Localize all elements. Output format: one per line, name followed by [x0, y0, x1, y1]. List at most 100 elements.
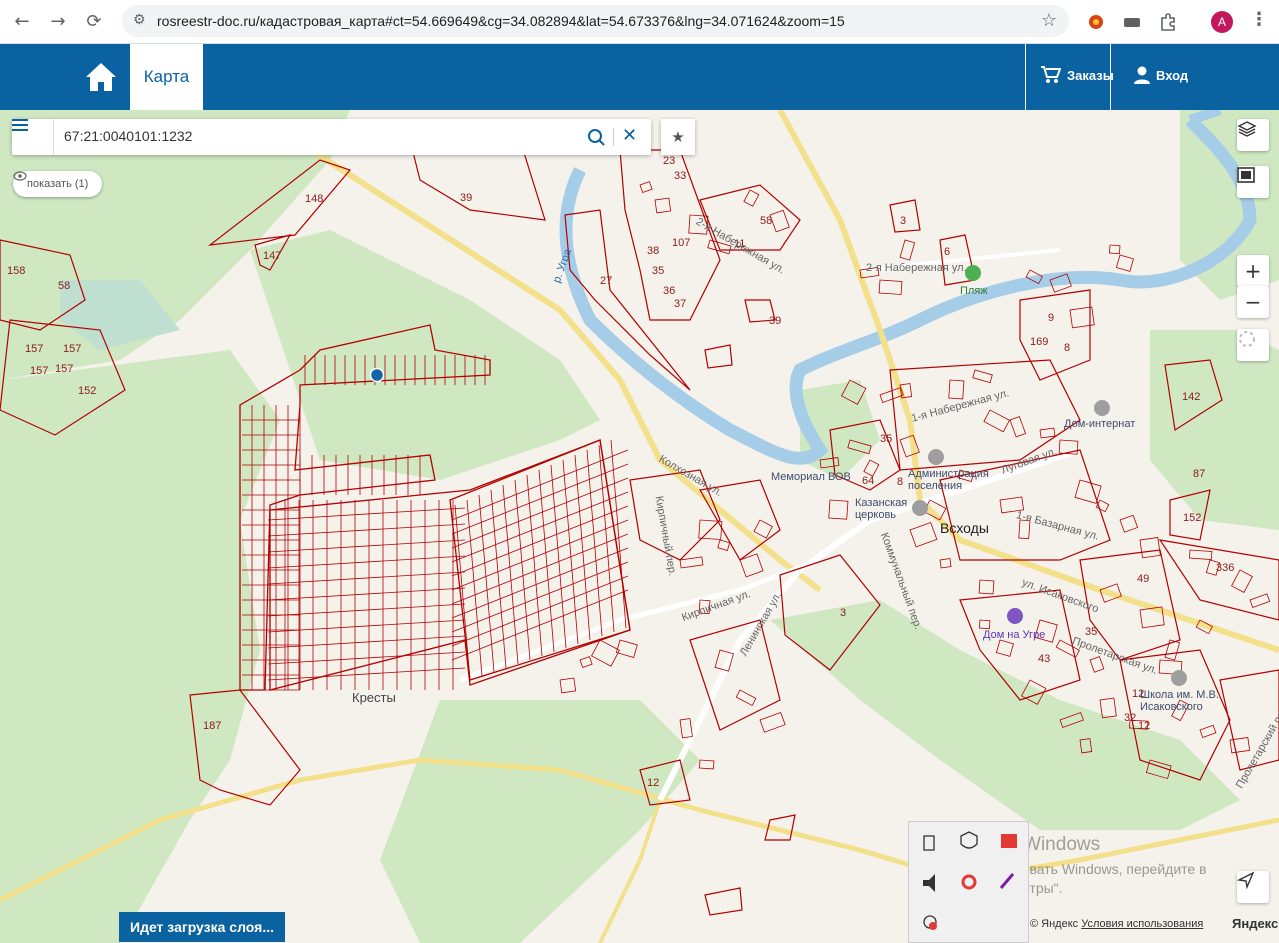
zoom-in-button[interactable]: + — [1237, 255, 1269, 287]
system-tray-popup — [908, 821, 1029, 943]
parcel-number-label: 169 — [1030, 336, 1049, 348]
parcel-number-label: 3 — [840, 607, 847, 619]
refresh-button[interactable] — [1237, 329, 1269, 361]
back-button[interactable]: ← — [10, 10, 34, 34]
url-text[interactable]: rosreestr-doc.ru/кадастровая_карта#ct=54… — [157, 13, 845, 29]
copyright-label: © Яндекс — [1030, 918, 1079, 930]
user-icon — [1134, 66, 1150, 84]
parcel-number-label: 157 — [55, 363, 74, 375]
administration-poi-icon[interactable] — [928, 449, 944, 465]
profile-avatar[interactable]: A — [1211, 11, 1233, 33]
poi-label-administration: Администрация поселения — [908, 468, 989, 492]
puzzle-icon[interactable] — [1157, 11, 1179, 33]
show-results-label: показать (1) — [27, 178, 89, 190]
parcel-number-label: 58 — [58, 280, 71, 292]
browser-toolbar: ← → ⟳ ⚙ rosreestr-doc.ru/кадастровая_кар… — [0, 0, 1279, 44]
forward-button[interactable]: → — [46, 10, 70, 34]
divider — [1110, 44, 1111, 110]
login-button[interactable]: Вход — [1134, 66, 1188, 84]
parcel-number-label: 3 — [900, 215, 907, 227]
parcel-number-label: 148 — [305, 193, 324, 205]
divider — [1025, 44, 1026, 110]
parcel-number-label: 27 — [600, 275, 613, 287]
home-icon[interactable] — [84, 61, 118, 93]
map-copyright: © Яндекс Условия использования — [1030, 918, 1203, 930]
loading-status: Идет загрузка слоя... — [119, 912, 285, 942]
beach-poi-icon[interactable] — [965, 265, 981, 281]
place-label-kresty: Кресты — [352, 690, 396, 705]
hamburger-icon — [12, 119, 28, 131]
zoom-out-button[interactable]: − — [1237, 286, 1269, 318]
poi-label-beach: Пляж — [960, 285, 988, 297]
leisure-poi-icon[interactable] — [1007, 608, 1023, 624]
parcel-number-label: 43 — [1038, 653, 1051, 665]
parcel-number-label: 33 — [674, 170, 687, 182]
parcel-number-label: 49 — [1137, 573, 1150, 585]
parcel-number-label: 64 — [862, 475, 875, 487]
security-shield-icon[interactable] — [960, 831, 978, 849]
place-label-vskhody: Всходы — [940, 520, 989, 536]
login-label: Вход — [1156, 67, 1189, 83]
search-icon[interactable] — [586, 127, 606, 147]
menu-button[interactable] — [12, 119, 54, 155]
usb-icon[interactable] — [923, 835, 935, 851]
parcel-number-label: 8 — [1064, 342, 1071, 354]
poi-label-school: Школа им. М.В. Исаковского — [1140, 689, 1219, 713]
extension-icon[interactable] — [1121, 11, 1143, 33]
school-poi-icon[interactable] — [1171, 670, 1187, 686]
parcel-number-label: 35 — [880, 433, 893, 445]
orders-button[interactable]: Заказы — [1041, 66, 1114, 84]
parcel-number-label: 9 — [1048, 312, 1055, 324]
parcel-number-label: 336 — [1216, 562, 1235, 574]
layers-icon — [1237, 121, 1257, 137]
parcel-number-label: 35 — [652, 265, 665, 277]
app-icon[interactable] — [1001, 834, 1017, 848]
address-bar[interactable]: ⚙ rosreestr-doc.ru/кадастровая_карта#ct=… — [122, 5, 1069, 37]
cart-icon — [1041, 66, 1061, 83]
opera-icon[interactable] — [961, 874, 977, 890]
search-panel: ✕ — [12, 119, 651, 155]
speaker-icon[interactable] — [923, 874, 935, 892]
parcel-number-label: 12 — [647, 777, 660, 789]
app-header: Карта Заказы Вход — [0, 44, 1279, 110]
map-canvas[interactable] — [0, 110, 1279, 943]
building-poi-icon[interactable] — [1094, 400, 1110, 416]
yandex-logo: Яндекс — [1232, 916, 1279, 931]
terms-link[interactable]: Условия использования — [1081, 918, 1203, 930]
parcel-marker[interactable] — [369, 367, 385, 383]
cadastral-search-input[interactable] — [64, 128, 564, 144]
parcel-number-label: 142 — [1182, 391, 1201, 403]
orders-label: Заказы — [1067, 67, 1114, 83]
bookmark-star-icon[interactable]: ☆ — [1041, 10, 1057, 31]
clear-search-icon[interactable]: ✕ — [622, 125, 637, 146]
parcel-number-label: 187 — [203, 720, 222, 732]
tab-map[interactable]: Карта — [130, 44, 203, 110]
parcel-number-label: 157 — [63, 343, 82, 355]
poi-label-church: Казанская церковь — [855, 497, 908, 521]
parcel-number-label: 39 — [769, 315, 782, 327]
extension-icon[interactable] — [1085, 11, 1107, 33]
browser-menu-icon[interactable]: ⋮ — [1250, 9, 1268, 30]
parcel-number-label: 6 — [944, 246, 951, 258]
eye-icon — [13, 171, 27, 181]
divider — [613, 128, 614, 146]
favorites-star-icon[interactable]: ★ — [661, 119, 695, 155]
cadastral-map[interactable]: 23 33 58 3 107 11 38 35 36 37 27 39 148 39 147 158 58 157… — [0, 110, 1279, 943]
parcel-number-label: 37 — [674, 298, 687, 310]
map-frame-icon — [1237, 167, 1255, 183]
reload-button[interactable]: ⟳ — [82, 10, 106, 34]
pen-icon[interactable] — [999, 873, 1015, 889]
parcel-number-label: 8 — [897, 476, 904, 488]
show-results-button[interactable]: показать (1) — [13, 171, 103, 197]
parcel-number-label: 23 — [663, 155, 676, 167]
parcel-number-label: 152 — [78, 385, 97, 397]
site-info-icon[interactable]: ⚙ — [133, 12, 146, 28]
basemap-button[interactable] — [1237, 166, 1269, 198]
parcel-number-label: 38 — [647, 245, 660, 257]
parcel-number-label: 157 — [25, 343, 44, 355]
parcel-number-label: 32 — [1124, 712, 1137, 724]
parcel-number-label: 157 — [30, 365, 49, 377]
layers-button[interactable] — [1237, 119, 1269, 151]
loading-spinner-icon — [1239, 331, 1255, 347]
poi-label-dom-na-ugre: Дом на Угре — [983, 629, 1046, 641]
